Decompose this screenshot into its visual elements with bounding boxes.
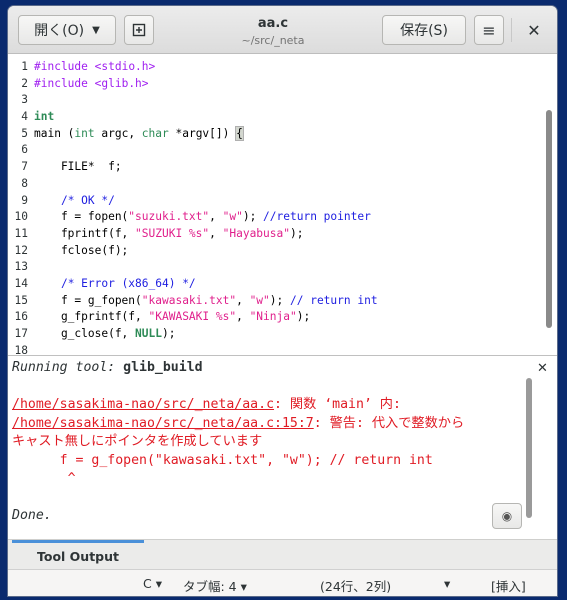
code-lines: 1 #include <stdio.h> 2 #include <glib.h> 3… bbox=[8, 59, 378, 355]
save-button[interactable]: 保存(S) bbox=[382, 15, 466, 45]
new-document-icon bbox=[132, 23, 146, 37]
line-number: 3 bbox=[21, 93, 28, 107]
editor-scrollbar[interactable] bbox=[546, 110, 552, 328]
close-icon: ✕ bbox=[537, 361, 548, 376]
code-line: 16 g_fprintf(f, "KAWASAKI %s", "Ninja"); bbox=[8, 309, 378, 326]
code-line: 5 main (int argc, char *argv[]) { bbox=[8, 125, 378, 143]
tab-tool-output[interactable]: Tool Output bbox=[12, 540, 144, 569]
error-message: : 関数 ‘main’ 内: bbox=[274, 397, 401, 412]
code-line: 3 bbox=[8, 92, 378, 109]
tool-output-pane: ✕ Running tool: glib_build /home/sasakim… bbox=[8, 355, 557, 539]
code-line: 4 int bbox=[8, 109, 378, 126]
warning-message-cont: キャスト無しにポインタを作成しています bbox=[12, 434, 263, 449]
code-line: 15 f = g_fopen("kawasaki.txt", "w"); // … bbox=[8, 293, 378, 310]
line-number: 15 bbox=[14, 293, 28, 307]
line-number: 5 bbox=[21, 126, 28, 140]
new-tab-button[interactable] bbox=[124, 15, 154, 45]
cursor-position[interactable]: (24行、2列) bbox=[320, 576, 391, 595]
code-line: 10 f = fopen("suzuki.txt", "w"); //retur… bbox=[8, 209, 378, 226]
chevron-down-icon[interactable]: ▾ bbox=[444, 576, 450, 591]
line-number: 2 bbox=[21, 76, 28, 90]
header-bar: 開く(O) ▼ aa.c ~/src/_neta 保存(S) ≡ ✕ bbox=[8, 6, 557, 54]
hamburger-icon: ≡ bbox=[482, 20, 496, 40]
tool-name: glib_build bbox=[123, 360, 203, 375]
output-scrollbar[interactable] bbox=[526, 378, 532, 518]
bottom-panel-tabs: Tool Output bbox=[8, 539, 557, 570]
line-number: 4 bbox=[21, 110, 28, 124]
line-number: 11 bbox=[14, 226, 28, 240]
chevron-down-icon: ▾ bbox=[155, 576, 162, 591]
done-label: Done. bbox=[12, 508, 52, 523]
chevron-down-icon: ▾ bbox=[240, 579, 247, 594]
code-line: 14 /* Error (x86_64) */ bbox=[8, 276, 378, 293]
status-bar: C ▾ タブ幅: 4 ▾ (24行、2列) ▾ [挿入] bbox=[8, 569, 557, 596]
running-label: Running tool: bbox=[12, 360, 116, 375]
code-line: 11 fprintf(f, "SUZUKI %s", "Hayabusa"); bbox=[8, 226, 378, 243]
code-line: 8 bbox=[8, 176, 378, 193]
line-number: 7 bbox=[21, 160, 28, 174]
code-line: 6 bbox=[8, 142, 378, 159]
line-number: 6 bbox=[21, 143, 28, 157]
insert-mode-indicator: [挿入] bbox=[491, 579, 526, 594]
gedit-window: 開く(O) ▼ aa.c ~/src/_neta 保存(S) ≡ ✕ 1 #inc… bbox=[8, 6, 557, 596]
chevron-down-icon: ▼ bbox=[92, 24, 100, 36]
close-window-button[interactable]: ✕ bbox=[519, 15, 549, 45]
code-line: 9 /* OK */ bbox=[8, 193, 378, 210]
open-button[interactable]: 開く(O) ▼ bbox=[18, 15, 116, 45]
language-selector[interactable]: C ▾ bbox=[143, 576, 162, 591]
offending-code-line: f = g_fopen("kawasaki.txt", "w"); // ret… bbox=[12, 452, 433, 468]
code-line: 12 fclose(f); bbox=[8, 243, 378, 260]
code-line: 18 bbox=[8, 343, 378, 355]
line-number: 14 bbox=[14, 276, 28, 290]
header-separator bbox=[511, 18, 512, 42]
code-line: 2 #include <glib.h> bbox=[8, 76, 378, 93]
line-number: 18 bbox=[14, 343, 28, 355]
tab-width-selector[interactable]: タブ幅: 4 ▾ bbox=[183, 576, 247, 595]
error-file-link[interactable]: /home/sasakima-nao/src/_neta/aa.c bbox=[12, 397, 274, 412]
code-line: 1 #include <stdio.h> bbox=[8, 59, 378, 76]
code-line: 7 FILE* f; bbox=[8, 159, 378, 176]
close-icon: ✕ bbox=[527, 20, 541, 40]
line-number: 17 bbox=[14, 327, 28, 340]
stop-tool-button[interactable]: ◉ bbox=[492, 503, 522, 529]
error-caret: ^ bbox=[12, 471, 76, 486]
line-number: 9 bbox=[21, 193, 28, 207]
line-number: 1 bbox=[21, 60, 28, 73]
close-pane-button[interactable]: ✕ bbox=[537, 361, 548, 376]
code-line: 17 g_close(f, NULL); bbox=[8, 326, 378, 343]
hamburger-menu-button[interactable]: ≡ bbox=[474, 15, 504, 45]
code-editor[interactable]: 1 #include <stdio.h> 2 #include <glib.h> 3… bbox=[8, 54, 557, 355]
open-button-label: 開く(O) bbox=[34, 23, 85, 39]
window-title: aa.c bbox=[257, 16, 289, 31]
stop-icon: ◉ bbox=[501, 509, 513, 523]
line-number: 10 bbox=[14, 210, 28, 224]
line-number: 13 bbox=[14, 260, 28, 274]
window-subtitle: ~/src/_neta bbox=[241, 34, 305, 47]
code-line: 13 bbox=[8, 259, 378, 276]
warning-message: : 警告: 代入で整数から bbox=[313, 415, 465, 431]
error-location-link[interactable]: /home/sasakima-nao/src/_neta/aa.c:15:7 bbox=[12, 416, 314, 431]
line-number: 16 bbox=[14, 310, 28, 324]
tool-output-text: Running tool: glib_build /home/sasakima-… bbox=[12, 359, 464, 526]
line-number: 8 bbox=[21, 176, 28, 190]
line-number: 12 bbox=[14, 243, 28, 257]
